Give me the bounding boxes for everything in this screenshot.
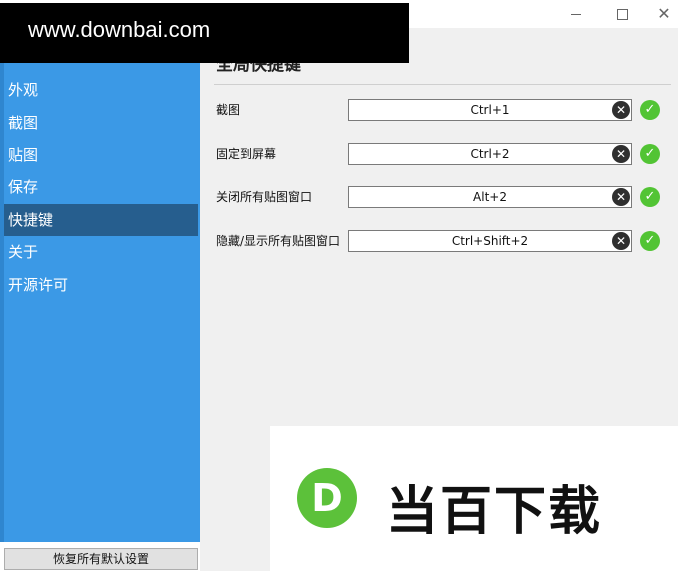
logo-letter: D <box>311 476 343 520</box>
clear-icon[interactable]: ✕ <box>612 101 630 119</box>
clear-icon[interactable]: ✕ <box>612 232 630 250</box>
sidebar-item-pin[interactable]: 贴图 <box>4 139 198 171</box>
sidebar-item-save[interactable]: 保存 <box>4 171 198 203</box>
hotkey-input[interactable]: Ctrl+Shift+2 <box>348 230 632 252</box>
sidebar-item-appearance[interactable]: 外观 <box>4 74 198 106</box>
hotkey-label: 关闭所有贴图窗口 <box>216 190 313 204</box>
check-icon[interactable]: ✓ <box>640 231 660 251</box>
check-icon[interactable]: ✓ <box>640 187 660 207</box>
sidebar-item-licenses[interactable]: 开源许可 <box>4 269 198 301</box>
sidebar-item-hotkeys[interactable]: 快捷键 <box>4 204 198 236</box>
hotkey-input[interactable]: Alt+2 <box>348 186 632 208</box>
close-icon: ✕ <box>657 4 671 23</box>
sidebar-item-about[interactable]: 关于 <box>4 236 198 268</box>
check-icon[interactable]: ✓ <box>640 100 660 120</box>
hotkey-input[interactable]: Ctrl+1 <box>348 99 632 121</box>
logo-icon: D <box>297 468 357 528</box>
title-divider <box>214 84 671 85</box>
clear-icon[interactable]: ✕ <box>612 145 630 163</box>
watermark-banner: www.downbai.com <box>0 3 409 63</box>
check-icon[interactable]: ✓ <box>640 144 660 164</box>
reset-defaults-button[interactable]: 恢复所有默认设置 <box>4 548 198 570</box>
close-button[interactable]: ✕ <box>644 0 678 28</box>
hotkey-input[interactable]: Ctrl+2 <box>348 143 632 165</box>
watermark-site: www.downbai.com <box>28 17 211 42</box>
minimize-button[interactable] <box>556 0 596 28</box>
sidebar-item-screenshot[interactable]: 截图 <box>4 107 198 139</box>
hotkey-label: 截图 <box>216 103 241 117</box>
hotkey-label: 隐藏/显示所有贴图窗口 <box>216 234 341 248</box>
minimize-icon <box>571 13 581 15</box>
maximize-button[interactable] <box>602 0 642 28</box>
clear-icon[interactable]: ✕ <box>612 188 630 206</box>
maximize-icon <box>616 8 628 20</box>
hotkey-label: 固定到屏幕 <box>216 147 277 161</box>
watermark-brand: 当百下载 <box>386 482 603 542</box>
